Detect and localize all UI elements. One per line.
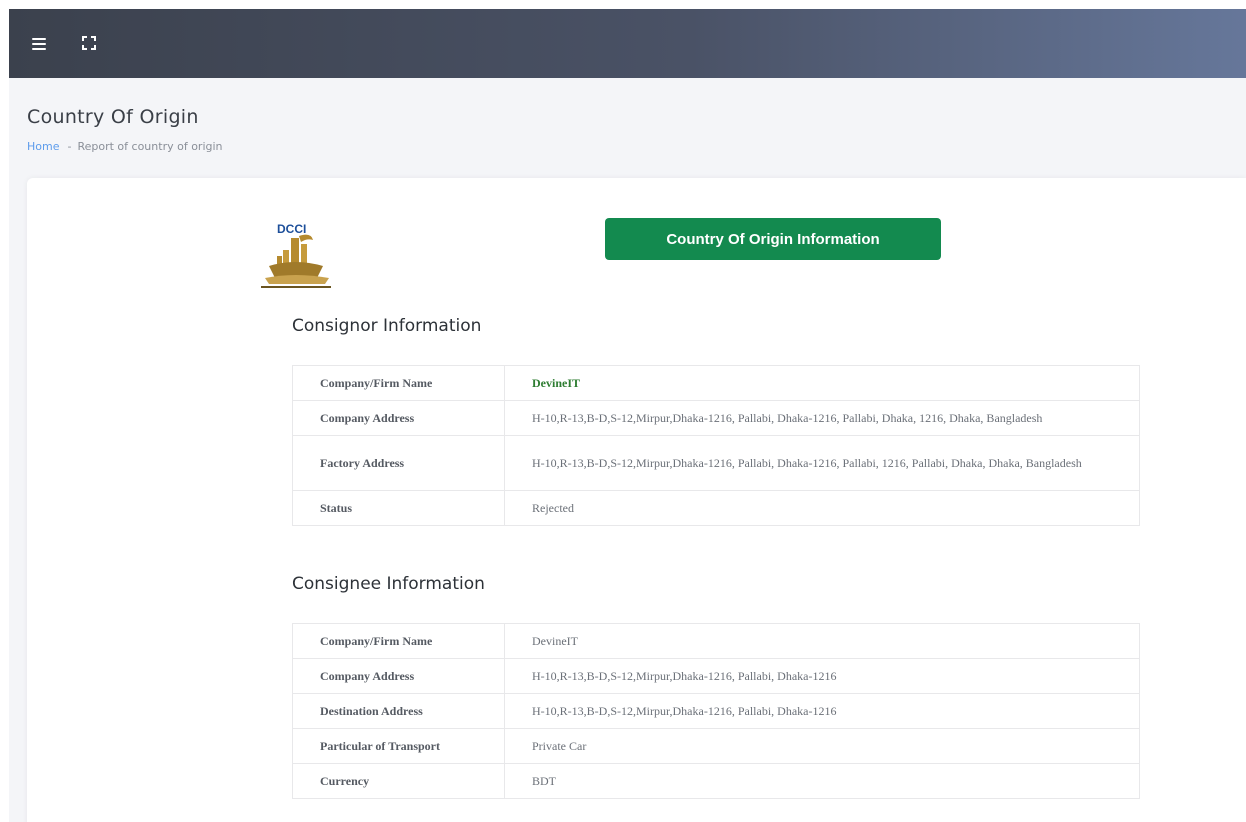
row-label: Company Address [292, 658, 505, 694]
row-value: H-10,R-13,B-D,S-12,Mirpur,Dhaka-1216, Pa… [504, 693, 1140, 729]
breadcrumb-separator: - [67, 140, 72, 153]
breadcrumb-current: Report of country of origin [77, 140, 223, 153]
consignee-heading: Consignee Information [292, 574, 485, 594]
hamburger-menu-icon[interactable] [32, 38, 46, 50]
breadcrumb-home-link[interactable]: Home [27, 140, 59, 153]
dcci-logo: DCCI [255, 218, 335, 294]
row-value: BDT [504, 763, 1140, 799]
row-label: Factory Address [292, 435, 505, 491]
row-value: H-10,R-13,B-D,S-12,Mirpur,Dhaka-1216, Pa… [504, 658, 1140, 694]
table-row: Company/Firm Name DevineIT [292, 623, 1140, 659]
table-row: Particular of Transport Private Car [292, 728, 1140, 764]
report-title-banner: Country Of Origin Information [605, 218, 941, 260]
row-value: DevineIT [504, 365, 1140, 401]
row-label: Currency [292, 763, 505, 799]
breadcrumb: Home - Report of country of origin [27, 140, 223, 153]
table-row: Currency BDT [292, 763, 1140, 799]
report-card: DCCI Country Of Origin Information Consi… [27, 178, 1246, 822]
row-value: DevineIT [504, 623, 1140, 659]
logo-text: DCCI [277, 222, 306, 236]
row-label: Company Address [292, 400, 505, 436]
row-label: Company/Firm Name [292, 623, 505, 659]
status-value: Rejected [504, 490, 1140, 526]
fullscreen-expand-icon[interactable] [81, 35, 97, 51]
page-title: Country Of Origin [27, 106, 199, 128]
table-row: Company Address H-10,R-13,B-D,S-12,Mirpu… [292, 400, 1140, 436]
row-value: Private Car [504, 728, 1140, 764]
row-value: H-10,R-13,B-D,S-12,Mirpur,Dhaka-1216, Pa… [504, 400, 1140, 436]
table-row: Status Rejected [292, 490, 1140, 526]
table-row: Company Address H-10,R-13,B-D,S-12,Mirpu… [292, 658, 1140, 694]
row-label: Status [292, 490, 505, 526]
company-name-value: DevineIT [532, 375, 580, 390]
top-navbar [9, 9, 1246, 78]
table-row: Factory Address H-10,R-13,B-D,S-12,Mirpu… [292, 435, 1140, 491]
row-label: Destination Address [292, 693, 505, 729]
row-value: H-10,R-13,B-D,S-12,Mirpur,Dhaka-1216, Pa… [504, 435, 1140, 491]
consignor-table: Company/Firm Name DevineIT Company Addre… [292, 365, 1140, 526]
row-label: Company/Firm Name [292, 365, 505, 401]
table-row: Destination Address H-10,R-13,B-D,S-12,M… [292, 693, 1140, 729]
table-row: Company/Firm Name DevineIT [292, 365, 1140, 401]
consignee-table: Company/Firm Name DevineIT Company Addre… [292, 623, 1140, 799]
row-label: Particular of Transport [292, 728, 505, 764]
consignor-heading: Consignor Information [292, 316, 482, 336]
app-window: Country Of Origin Home - Report of country… [9, 9, 1246, 822]
